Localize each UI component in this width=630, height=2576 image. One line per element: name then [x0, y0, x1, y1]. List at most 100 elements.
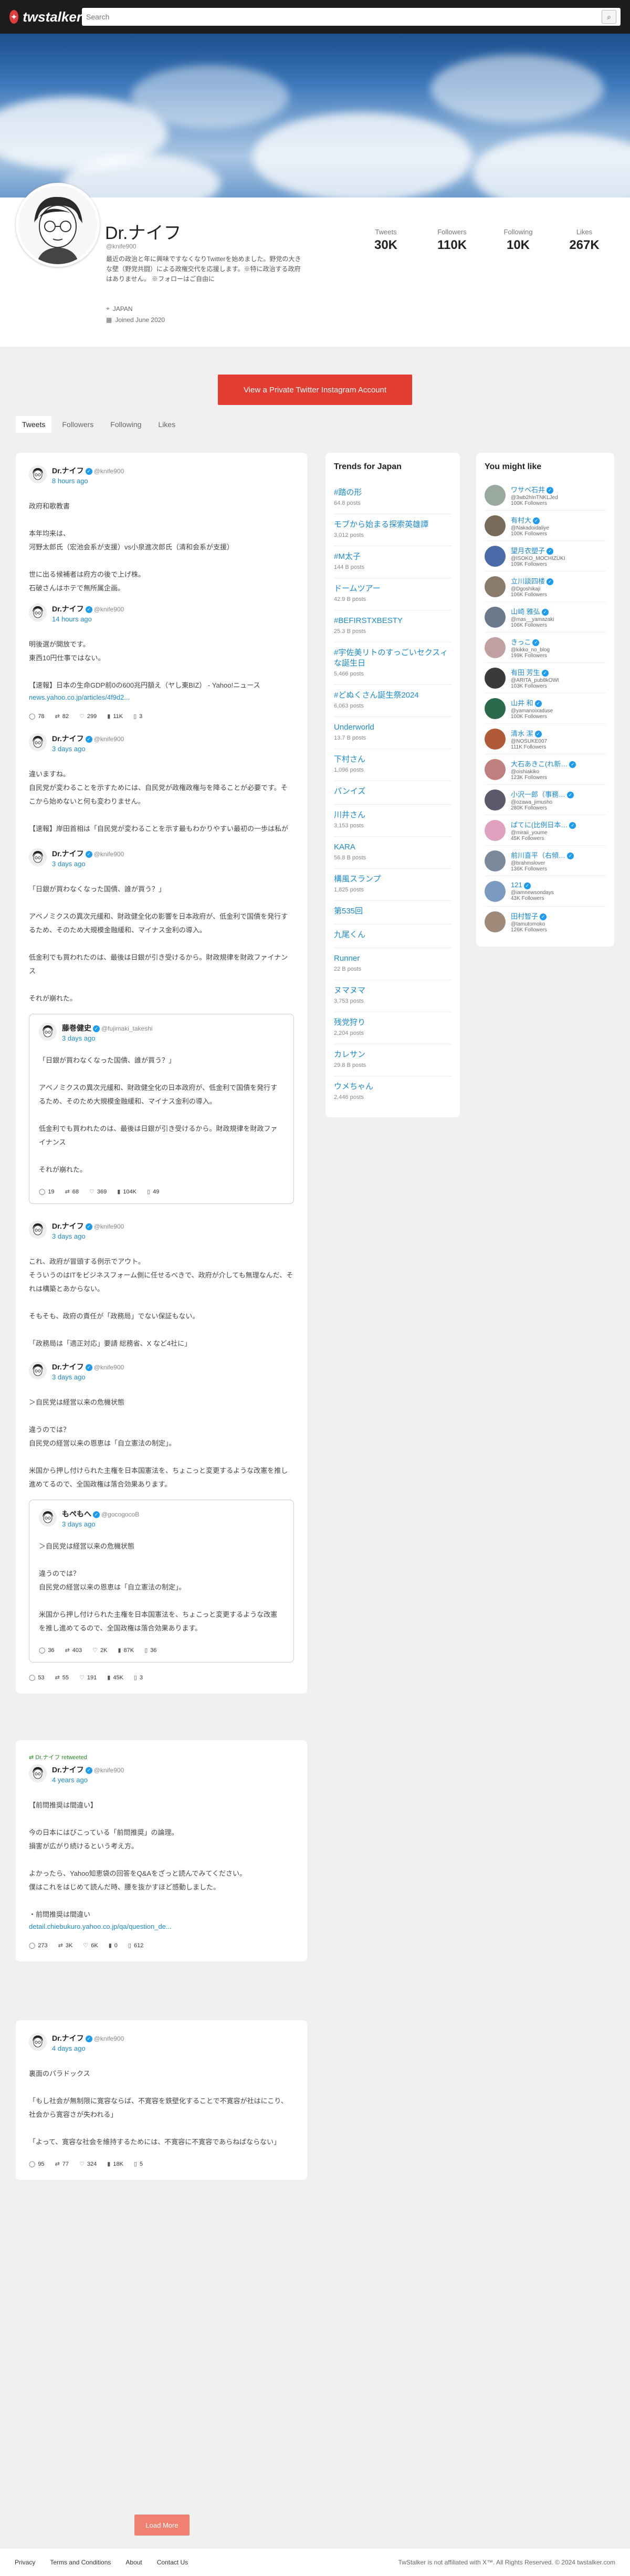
trend-item[interactable]: #BEFIRSTXBESTY 25.3 B posts	[334, 610, 452, 642]
tweet-timestamp[interactable]: 3 days ago	[52, 1373, 124, 1381]
tweet-action-bookmark[interactable]: ▯ 3	[133, 713, 142, 720]
tweet-action-views[interactable]: ▮ 45K	[107, 1674, 123, 1681]
trend-item[interactable]: パンイズ	[334, 781, 452, 805]
tweet-action-views[interactable]: ▮ 11K	[107, 713, 123, 720]
footer-link[interactable]: Contact Us	[157, 2559, 188, 2566]
tweet-action-reply[interactable]: ◯ 95	[29, 2160, 45, 2168]
suggested-user-avatar[interactable]	[485, 911, 506, 932]
suggested-user-avatar[interactable]	[485, 789, 506, 811]
trend-item[interactable]: 下村さん 1,096 posts	[334, 749, 452, 781]
trend-item[interactable]: 九尾くん	[334, 925, 452, 948]
suggested-user[interactable]: ワサベ石井 ✓ @3wb2hInTNKLJed 100K Followers	[485, 480, 606, 511]
suggested-user-avatar[interactable]	[485, 819, 506, 841]
trend-item[interactable]: Underworld 13.7 B posts	[334, 717, 452, 749]
tweet-timestamp[interactable]: 8 hours ago	[52, 477, 124, 485]
suggested-user-avatar[interactable]	[485, 698, 506, 719]
suggested-user-avatar[interactable]	[485, 667, 506, 689]
tweet-avatar[interactable]	[29, 465, 47, 483]
tweet-action-views[interactable]: ▮ 104K	[117, 1188, 136, 1196]
tweet-action-reply[interactable]: ◯ 78	[29, 713, 45, 720]
tweet-timestamp[interactable]: 3 days ago	[62, 1520, 139, 1528]
tweet-action-like[interactable]: ♡ 6K	[83, 1942, 98, 1949]
tweet-action-like[interactable]: ♡ 369	[89, 1188, 107, 1196]
suggested-user[interactable]: 立川談四楼 ✓ @Dgoshikaji 106K Followers	[485, 572, 606, 602]
suggested-user[interactable]: 田村智子 ✓ @tamutomoko 126K Followers	[485, 907, 606, 937]
tweet-timestamp[interactable]: 3 days ago	[62, 1034, 153, 1042]
suggested-user-avatar[interactable]	[485, 484, 506, 506]
tweet-action-reply[interactable]: ◯ 19	[39, 1188, 55, 1196]
suggested-user[interactable]: 山井 和 ✓ @yamanoixaduse 100K Followers	[485, 693, 606, 724]
trend-item[interactable]: ドームツアー 42.9 B posts	[334, 578, 452, 610]
profile-avatar[interactable]	[16, 183, 100, 267]
tweet-avatar[interactable]	[29, 1764, 47, 1782]
tweet-link[interactable]: detail.chiebukuro.yahoo.co.jp/qa/questio…	[29, 1923, 294, 1930]
suggested-user-avatar[interactable]	[485, 545, 506, 567]
tweet-timestamp[interactable]: 14 hours ago	[52, 615, 124, 623]
tweet-avatar[interactable]	[29, 604, 47, 621]
tweet-action-retweet[interactable]: ⇄ 55	[55, 1674, 69, 1681]
suggested-user-name[interactable]: 山崎 雅弘 ✓	[511, 606, 554, 616]
tab-tweets[interactable]: Tweets	[16, 416, 52, 433]
tweet-timestamp[interactable]: 4 days ago	[52, 2044, 124, 2052]
search-input[interactable]	[86, 13, 602, 21]
tweet-author-name[interactable]: 藤巻健史	[62, 1024, 91, 1032]
suggested-user[interactable]: きっこ ✓ @kikko_no_blog 199K Followers	[485, 632, 606, 663]
suggested-user-name[interactable]: 121 ✓	[511, 881, 554, 889]
trend-item[interactable]: 残党狩り 2,204 posts	[334, 1012, 452, 1044]
tweet-author-name[interactable]: Dr.ナイフ	[52, 466, 84, 475]
tweet-action-bookmark[interactable]: ▯ 5	[134, 2160, 143, 2168]
tweet-avatar[interactable]	[29, 2033, 47, 2051]
tab-followers[interactable]: Followers	[56, 416, 100, 433]
quoted-tweet[interactable]: もぺもへ ✓ @gocogocoB 3 days ago ＞自民党は経営以来の危機状態 …	[29, 1500, 294, 1663]
view-private-account-button[interactable]: View a Private Twitter Instagram Account	[218, 375, 412, 405]
tweet-action-reply[interactable]: ◯ 53	[29, 1674, 45, 1681]
suggested-user[interactable]: 121 ✓ @iamnewsondays 43K Followers	[485, 876, 606, 907]
suggested-user-name[interactable]: 清水 潔 ✓	[511, 728, 547, 738]
tweet-timestamp[interactable]: 3 days ago	[52, 1232, 124, 1240]
tweet-author-name[interactable]: Dr.ナイフ	[52, 605, 84, 613]
tweet-action-retweet[interactable]: ⇄ 82	[55, 713, 69, 720]
trend-item[interactable]: 構風スランプ 1,825 posts	[334, 869, 452, 901]
tweet-author-name[interactable]: Dr.ナイフ	[52, 2034, 84, 2042]
suggested-user[interactable]: 前川喜平（右傾… ✓ @brahmslover 136K Followers	[485, 846, 606, 876]
tweet-action-retweet[interactable]: ⇄ 68	[65, 1188, 79, 1196]
suggested-user-avatar[interactable]	[485, 850, 506, 871]
tweet-action-retweet[interactable]: ⇄ 77	[55, 2160, 69, 2168]
trend-item[interactable]: カレサン 29.8 B posts	[334, 1044, 452, 1076]
suggested-user-name[interactable]: きっこ ✓	[511, 637, 550, 647]
tweet-action-views[interactable]: ▮ 87K	[118, 1647, 134, 1654]
suggested-user[interactable]: 大石あきこ(れ新… ✓ @oishiakiko 123K Followers	[485, 754, 606, 785]
tweet-author-name[interactable]: Dr.ナイフ	[52, 1222, 84, 1230]
tweet-action-like[interactable]: ♡ 299	[79, 713, 97, 720]
quoted-tweet-avatar[interactable]	[39, 1509, 57, 1526]
trend-item[interactable]: ウメちゃん 2,446 posts	[334, 1076, 452, 1108]
suggested-user[interactable]: 山崎 雅弘 ✓ @mas__yamazaki 106K Followers	[485, 602, 606, 632]
tweet-action-like[interactable]: ♡ 2K	[92, 1647, 107, 1654]
tab-following[interactable]: Following	[104, 416, 148, 433]
suggested-user-avatar[interactable]	[485, 515, 506, 536]
tweet-avatar[interactable]	[29, 1362, 47, 1379]
tweet-author-name[interactable]: Dr.ナイフ	[52, 734, 84, 743]
tweet-action-like[interactable]: ♡ 324	[79, 2160, 97, 2168]
suggested-user-avatar[interactable]	[485, 576, 506, 597]
tweet-action-bookmark[interactable]: ▯ 36	[144, 1647, 156, 1654]
trend-item[interactable]: #踏の形 64.8 posts	[334, 482, 452, 514]
tweet-action-views[interactable]: ▮ 0	[109, 1942, 118, 1949]
trend-item[interactable]: モブから始まる探索英雄譚 3,012 posts	[334, 514, 452, 546]
suggested-user[interactable]: 有田 芳生 ✓ @ARITA_pub8kOWt 103K Followers	[485, 663, 606, 693]
suggested-user[interactable]: 清水 潔 ✓ @NOSUKE007 111K Followers	[485, 724, 606, 754]
tweet-action-bookmark[interactable]: ▯ 3	[134, 1674, 143, 1681]
suggested-user-name[interactable]: 有村大 ✓	[511, 515, 549, 525]
search-icon[interactable]: ⌕	[602, 10, 616, 24]
tweet-author-name[interactable]: Dr.ナイフ	[52, 1765, 84, 1774]
tweet-action-bookmark[interactable]: ▯ 612	[128, 1942, 143, 1949]
tweet-action-like[interactable]: ♡ 191	[79, 1674, 97, 1681]
trend-item[interactable]: KARA 56.8 B posts	[334, 837, 452, 869]
suggested-user[interactable]: ぱてに(比例日本… ✓ @miraii_youme 45K Followers	[485, 815, 606, 846]
trend-item[interactable]: #宇佐美リトのすっごいセクスィな誕生日 5,466 posts	[334, 642, 452, 685]
tweet-avatar[interactable]	[29, 1221, 47, 1239]
tweet-author-name[interactable]: Dr.ナイフ	[52, 849, 84, 858]
suggested-user-name[interactable]: 有田 芳生 ✓	[511, 667, 559, 677]
tweet-timestamp[interactable]: 3 days ago	[52, 860, 124, 868]
suggested-user-avatar[interactable]	[485, 637, 506, 658]
